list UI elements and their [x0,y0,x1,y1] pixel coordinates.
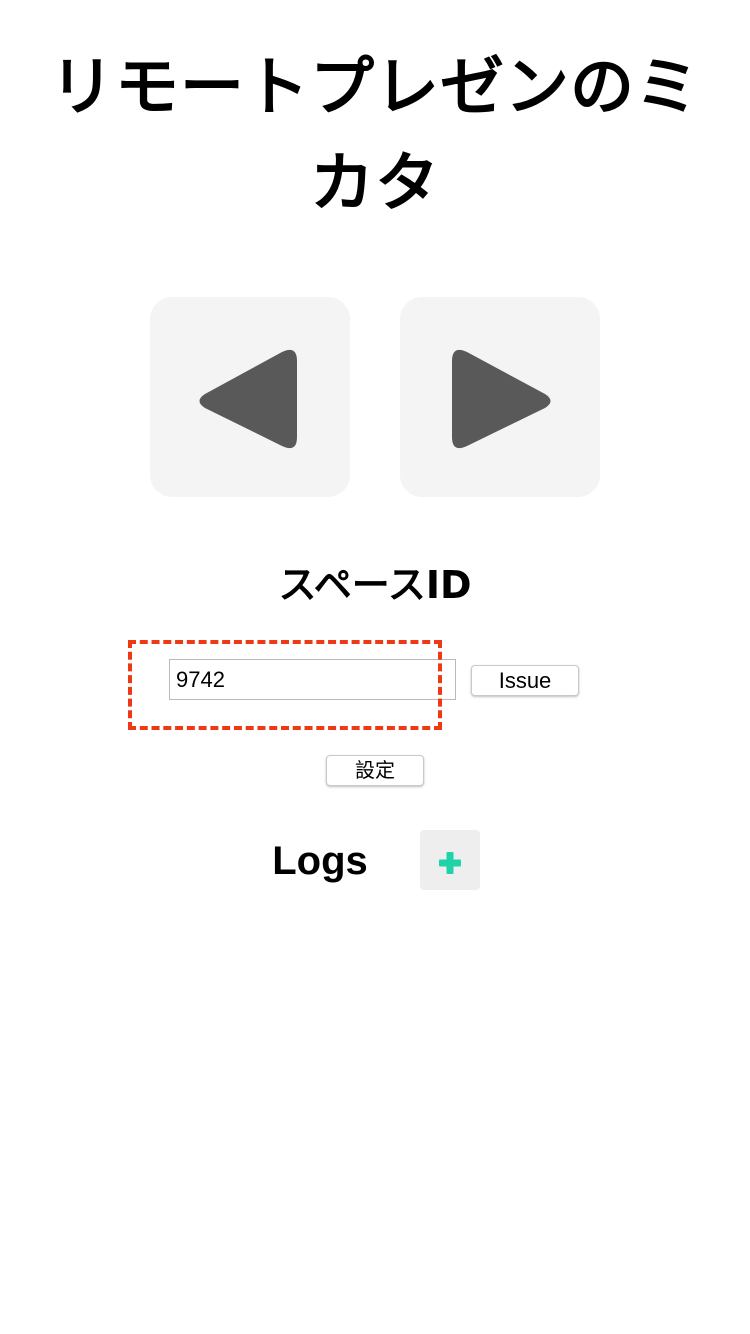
logs-heading: Logs [272,839,368,883]
triangle-right-icon [452,349,551,449]
set-button[interactable]: 設定 [326,755,424,786]
add-log-button[interactable] [420,830,480,890]
previous-slide-button[interactable] [150,297,350,497]
space-id-heading: スペースID [278,563,472,607]
issue-button[interactable]: Issue [471,665,579,696]
plus-icon [439,852,461,874]
triangle-left-icon [199,349,297,449]
app-title: リモートプレゼンのミカタ [50,51,700,221]
space-id-input[interactable] [169,659,456,700]
next-slide-button[interactable] [400,297,600,497]
